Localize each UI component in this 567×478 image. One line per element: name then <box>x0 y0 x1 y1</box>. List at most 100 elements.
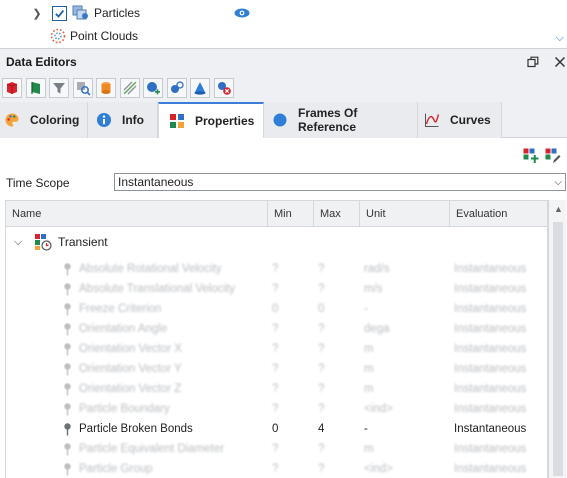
pin-icon <box>64 463 71 476</box>
row-name: Orientation Vector Y <box>79 363 182 375</box>
row-max: ? <box>318 363 325 375</box>
scroll-up-icon[interactable]: ▲ <box>554 204 563 214</box>
vertical-scrollbar[interactable]: ▲ <box>548 200 566 478</box>
group-transient[interactable]: ⌵ Transient <box>6 231 108 253</box>
chevron-down-icon[interactable]: ⌵ <box>14 236 26 249</box>
tab-properties[interactable]: Properties <box>158 102 264 138</box>
col-header-evaluation[interactable]: Evaluation <box>450 201 547 227</box>
row-evaluation: Instantaneous <box>454 263 527 275</box>
pin-icon <box>64 343 71 356</box>
object-tree: ❯ Particles Point Clouds ⌵ <box>0 0 567 48</box>
row-unit: <ind> <box>364 403 393 415</box>
chevron-right-icon[interactable]: ❯ <box>30 6 44 20</box>
zoom-icon[interactable] <box>72 78 93 98</box>
info-icon <box>96 112 112 128</box>
row-name: Absolute Translational Velocity <box>79 283 235 295</box>
add-property-icon[interactable] <box>523 148 539 164</box>
table-row[interactable]: Orientation Vector Z?? m Instantaneous <box>6 379 547 399</box>
table-row[interactable]: Particle Group?? <ind> Instantaneous <box>6 459 547 478</box>
col-header-unit[interactable]: Unit <box>360 201 450 227</box>
table-row[interactable]: Freeze Criterion 0 0 - Instantaneous <box>6 299 547 319</box>
tab-curves[interactable]: Curves <box>418 102 502 138</box>
row-max: ? <box>318 343 325 355</box>
orange-cylinder-icon[interactable] <box>96 78 116 98</box>
table-row[interactable]: Particle Boundary?? <ind> Instantaneous <box>6 399 547 419</box>
row-max: 0 <box>318 303 325 315</box>
col-header-min[interactable]: Min <box>268 201 314 227</box>
particles-checkbox[interactable] <box>52 5 67 21</box>
pin-icon <box>64 263 71 276</box>
row-min: ? <box>272 383 279 395</box>
row-evaluation: Instantaneous <box>454 363 527 375</box>
cone-icon[interactable] <box>190 78 210 98</box>
row-min: 0 <box>272 423 279 435</box>
row-max: ? <box>318 443 325 455</box>
col-header-name[interactable]: Name <box>6 201 268 227</box>
green-flag-icon[interactable] <box>25 78 46 98</box>
row-evaluation: Instantaneous <box>454 443 527 455</box>
row-max: ? <box>318 383 325 395</box>
row-max: ? <box>318 283 325 295</box>
row-min: ? <box>272 323 279 335</box>
palette-icon <box>4 112 20 128</box>
row-name: Particle Equivalent Diameter <box>79 443 225 455</box>
table-row[interactable]: Orientation Vector Y?? m Instantaneous <box>6 359 547 379</box>
data-editors-header: Data Editors <box>0 48 567 74</box>
chevron-down-icon[interactable]: ⌵ <box>556 32 564 45</box>
table-row[interactable]: Particle Equivalent Diameter?? m Instantan… <box>6 439 547 459</box>
restore-window-icon[interactable] <box>525 54 541 70</box>
tab-label: Properties <box>195 114 255 128</box>
funnel-icon[interactable] <box>49 78 69 98</box>
eye-icon[interactable] <box>234 8 250 18</box>
tab-label: Curves <box>450 113 491 127</box>
row-name: Particle Boundary <box>79 403 170 415</box>
time-scope-value: Instantaneous <box>118 175 194 189</box>
table-row[interactable]: Orientation Angle?? dega Instantaneous <box>6 319 547 339</box>
curve-chart-icon <box>424 112 440 128</box>
row-evaluation: Instantaneous <box>454 423 527 435</box>
tab-coloring[interactable]: Coloring <box>0 102 88 138</box>
close-icon[interactable] <box>552 54 567 70</box>
tree-item-point-clouds[interactable]: Point Clouds <box>50 26 138 46</box>
row-min: ? <box>272 343 279 355</box>
row-evaluation: Instantaneous <box>454 323 527 335</box>
properties-grid: ⌃ Name Min Max Unit Evaluation ⌵ Transie… <box>5 200 548 478</box>
row-max: ? <box>318 323 325 335</box>
col-header-max[interactable]: Max <box>314 201 360 227</box>
row-name: Absolute Rotational Velocity <box>79 263 222 275</box>
row-min: ? <box>272 443 279 455</box>
properties-panel: Time Scope Instantaneous ⌵ ⌃ Name Min Ma… <box>0 138 567 478</box>
properties-icon <box>169 113 185 129</box>
edit-property-icon[interactable] <box>545 148 561 164</box>
group-label: Transient <box>58 235 108 249</box>
tab-info[interactable]: Info <box>88 102 158 138</box>
row-unit: - <box>364 423 368 435</box>
panel-title: Data Editors <box>6 54 77 69</box>
tab-frames-of-reference[interactable]: Frames Of Reference <box>264 102 418 138</box>
table-row[interactable]: Particle Broken Bonds 0 4 - Instantaneous <box>6 419 547 439</box>
table-row[interactable]: Absolute Translational Velocity?? m/s Inst… <box>6 279 547 299</box>
pin-icon <box>64 383 71 396</box>
scrollbar-thumb[interactable] <box>553 222 563 476</box>
link-icon[interactable] <box>166 78 187 98</box>
red-cube-icon[interactable] <box>2 78 22 98</box>
delete-icon[interactable] <box>213 78 234 98</box>
time-scope-label: Time Scope <box>6 176 70 190</box>
row-evaluation: Instantaneous <box>454 283 527 295</box>
lines-icon[interactable] <box>119 78 140 98</box>
time-scope-select[interactable]: Instantaneous ⌵ <box>114 173 566 191</box>
add-node-icon[interactable] <box>143 78 163 98</box>
tree-item-label: Particles <box>94 6 141 20</box>
table-row[interactable]: Orientation Vector X?? m Instantaneous <box>6 339 547 359</box>
tree-item-particles[interactable]: ❯ Particles <box>30 3 140 23</box>
row-name: Orientation Vector X <box>79 343 182 355</box>
transient-group-icon <box>35 234 52 251</box>
row-min: ? <box>272 363 279 375</box>
chevron-down-icon[interactable]: ⌵ <box>554 175 562 191</box>
row-unit: m <box>364 383 374 395</box>
tab-label: Coloring <box>30 113 80 127</box>
row-evaluation: Instantaneous <box>454 463 527 475</box>
row-name: Particle Broken Bonds <box>79 423 193 435</box>
row-unit: m <box>364 363 374 375</box>
table-row[interactable]: Absolute Rotational Velocity?? rad/s Insta… <box>6 259 547 279</box>
